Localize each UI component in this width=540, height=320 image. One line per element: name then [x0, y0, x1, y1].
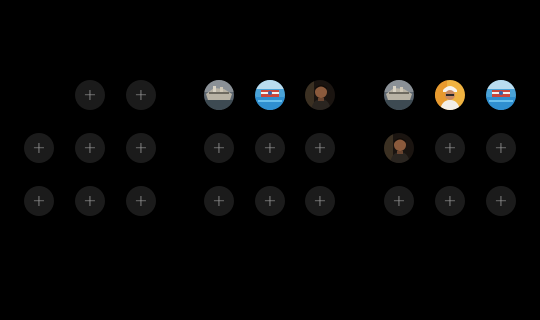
plus-icon: + — [212, 137, 226, 157]
person-white-cap-photo-icon — [435, 80, 465, 110]
add-slot-button[interactable]: + — [486, 186, 516, 216]
plus-icon: + — [32, 137, 46, 157]
add-slot-button[interactable]: + — [204, 133, 234, 163]
man-dark-photo-icon — [384, 133, 414, 163]
plus-icon: + — [494, 137, 508, 157]
plus-icon: + — [134, 137, 148, 157]
avatar-photo-pool-flag[interactable] — [486, 80, 516, 110]
add-slot-button[interactable]: + — [384, 186, 414, 216]
plus-icon: + — [83, 84, 97, 104]
add-slot-button[interactable]: + — [24, 186, 54, 216]
avatar-slot-grid: + + + + + + + + + + + + + + + + + + + — [0, 0, 540, 320]
add-slot-button[interactable]: + — [126, 186, 156, 216]
plus-icon: + — [134, 190, 148, 210]
add-slot-button[interactable]: + — [204, 186, 234, 216]
pool-flag-photo-icon — [255, 80, 285, 110]
add-slot-button[interactable]: + — [435, 133, 465, 163]
avatar-photo-boat[interactable] — [204, 80, 234, 110]
boat-photo-icon — [204, 80, 234, 110]
add-slot-button[interactable]: + — [126, 133, 156, 163]
plus-icon: + — [134, 84, 148, 104]
add-slot-button[interactable]: + — [435, 186, 465, 216]
add-slot-button[interactable]: + — [255, 186, 285, 216]
pool-flag-photo-icon — [486, 80, 516, 110]
avatar-photo-boat[interactable] — [384, 80, 414, 110]
add-slot-button[interactable]: + — [255, 133, 285, 163]
man-dark-photo-icon — [305, 80, 335, 110]
add-slot-button[interactable]: + — [126, 80, 156, 110]
add-slot-button[interactable]: + — [75, 80, 105, 110]
add-slot-button[interactable]: + — [486, 133, 516, 163]
boat-photo-icon — [384, 80, 414, 110]
add-slot-button[interactable]: + — [305, 186, 335, 216]
plus-icon: + — [263, 190, 277, 210]
add-slot-button[interactable]: + — [75, 133, 105, 163]
avatar-photo-pool-flag[interactable] — [255, 80, 285, 110]
avatar-photo-man-dark[interactable] — [305, 80, 335, 110]
add-slot-button[interactable]: + — [305, 133, 335, 163]
plus-icon: + — [313, 190, 327, 210]
plus-icon: + — [263, 137, 277, 157]
plus-icon: + — [313, 137, 327, 157]
plus-icon: + — [83, 190, 97, 210]
add-slot-button[interactable]: + — [24, 133, 54, 163]
add-slot-button[interactable]: + — [75, 186, 105, 216]
plus-icon: + — [443, 190, 457, 210]
plus-icon: + — [392, 190, 406, 210]
avatar-photo-person-white-cap[interactable] — [435, 80, 465, 110]
plus-icon: + — [443, 137, 457, 157]
avatar-photo-man-dark[interactable] — [384, 133, 414, 163]
plus-icon: + — [32, 190, 46, 210]
plus-icon: + — [212, 190, 226, 210]
plus-icon: + — [494, 190, 508, 210]
plus-icon: + — [83, 137, 97, 157]
